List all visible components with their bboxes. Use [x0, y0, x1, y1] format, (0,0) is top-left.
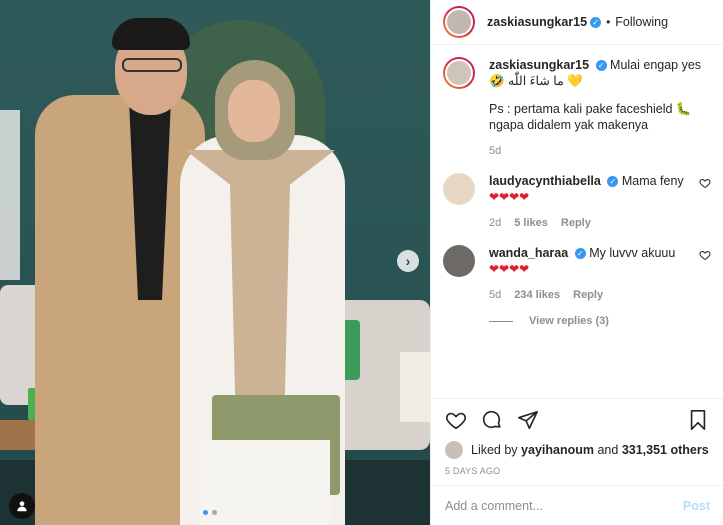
comment-age[interactable]: 2d — [489, 215, 501, 231]
carousel-dots — [203, 510, 217, 515]
following-button[interactable]: Following — [615, 15, 668, 29]
comment-row: laudyacynthiabella ✓ Mama feny ❤❤❤❤ 2d 5… — [443, 173, 711, 231]
background-side-table — [400, 352, 430, 422]
avatar[interactable] — [443, 57, 475, 89]
liked-by-count[interactable]: 331,351 others — [622, 443, 709, 457]
carousel-dot-active — [203, 510, 208, 515]
comment-icon[interactable] — [481, 409, 503, 431]
glasses — [122, 58, 182, 72]
comment-text-line2: 🤣 ما شاءَ اللّٰه 💛 — [489, 74, 583, 88]
liked-by-prefix: Liked by — [471, 443, 518, 457]
chevron-right-icon[interactable]: › — [397, 250, 419, 272]
post-media[interactable]: › — [0, 0, 430, 525]
view-replies-button[interactable]: View replies (3) — [489, 315, 711, 327]
user-tag-icon[interactable] — [9, 493, 35, 519]
post-header: zaskiasungkar15 ✓ • Following — [431, 0, 723, 45]
comment-row: wanda_haraa ✓ My luvvv akuuu ❤❤❤❤ 5d 234… — [443, 245, 711, 303]
post-timestamp[interactable]: 5 DAYS AGO — [431, 460, 723, 488]
owner-avatar[interactable] — [443, 6, 475, 38]
share-icon[interactable] — [517, 409, 539, 431]
heart-icon[interactable] — [445, 409, 467, 431]
comment-text: Mulai engap yes — [610, 58, 702, 72]
owner-username[interactable]: zaskiasungkar15 — [487, 15, 587, 29]
liked-by-user[interactable]: yayihanoum — [521, 443, 594, 457]
comment-likes[interactable]: 5 likes — [514, 215, 548, 231]
woman-skirt — [200, 440, 330, 525]
verified-icon: ✓ — [590, 16, 602, 28]
post-button[interactable]: Post — [683, 499, 710, 513]
comment-text: My luvvv akuuu — [589, 246, 676, 260]
reply-button[interactable]: Reply — [573, 287, 603, 303]
post-side-panel: zaskiasungkar15 ✓ • Following zaskiasung… — [430, 0, 723, 525]
heart-icon[interactable] — [699, 177, 711, 189]
avatar[interactable] — [443, 173, 475, 205]
separator: • — [606, 15, 611, 29]
heart-icon[interactable] — [699, 249, 711, 261]
background-shelf — [0, 110, 20, 280]
bookmark-icon[interactable] — [687, 409, 709, 431]
avatar[interactable] — [443, 245, 475, 277]
verified-icon: ✓ — [574, 248, 586, 260]
comment-hearts: ❤❤❤❤ — [489, 190, 530, 204]
comment-age[interactable]: 5d — [489, 287, 501, 303]
comment-text: Mama feny — [621, 174, 684, 188]
comment-input[interactable] — [445, 498, 683, 513]
comment-username[interactable]: zaskiasungkar15 — [489, 58, 589, 72]
woman-face — [228, 80, 280, 142]
caption-ps: Ps : pertama kali pake faceshield 🐛 ngap… — [489, 102, 692, 132]
liked-by-and: and — [597, 443, 619, 457]
action-bar — [431, 398, 723, 440]
liker-avatar[interactable] — [445, 441, 463, 459]
view-replies-label: View replies (3) — [529, 315, 609, 327]
comment-likes[interactable]: 234 likes — [514, 287, 560, 303]
caption: zaskiasungkar15 ✓ Mulai engap yes 🤣 ما ش… — [443, 57, 711, 159]
liked-by: Liked by yayihanoum and 331,351 others — [431, 440, 723, 460]
add-comment-bar: Post — [431, 485, 723, 525]
man-hair — [112, 18, 190, 50]
reply-button[interactable]: Reply — [561, 215, 591, 231]
comments-list: zaskiasungkar15 ✓ Mulai engap yes 🤣 ما ش… — [431, 45, 723, 398]
comment-username[interactable]: laudyacynthiabella — [489, 174, 601, 188]
comment-hearts: ❤❤❤❤ — [489, 262, 530, 276]
comment-age[interactable]: 5d — [489, 143, 501, 159]
verified-icon: ✓ — [595, 60, 607, 72]
comment-username[interactable]: wanda_haraa — [489, 246, 568, 260]
verified-icon: ✓ — [607, 176, 619, 188]
carousel-dot — [212, 510, 217, 515]
divider-line — [489, 320, 513, 322]
